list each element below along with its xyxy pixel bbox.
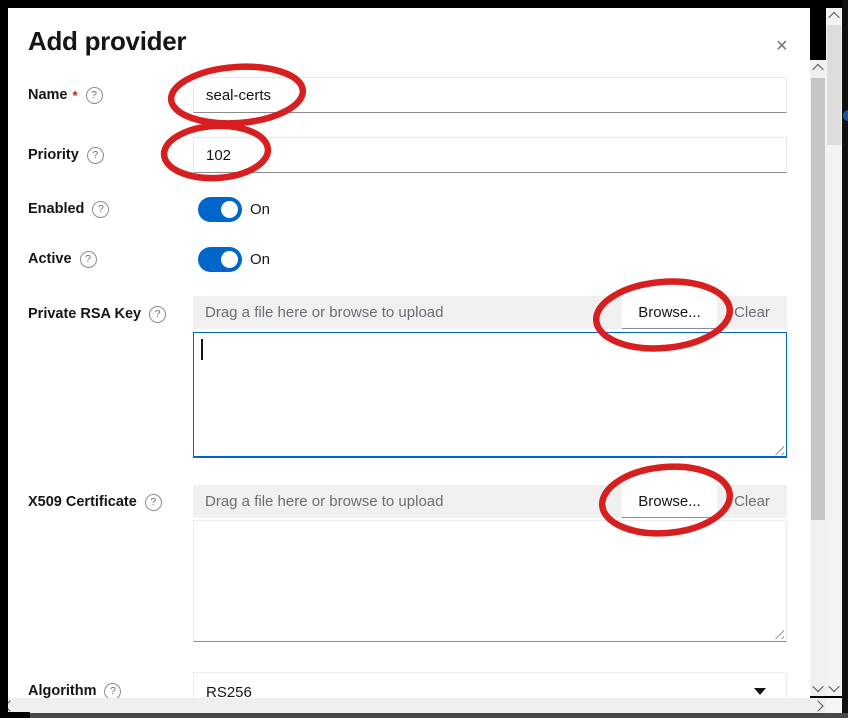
x509-browse-button[interactable]: Browse... <box>622 485 717 518</box>
window-border-bottom <box>0 713 848 718</box>
enabled-toggle[interactable] <box>198 197 242 222</box>
active-label: Active ? <box>28 250 97 268</box>
private-rsa-upload-placeholder: Drag a file here or browse to upload <box>193 296 622 329</box>
window-border-left <box>0 0 8 718</box>
text-cursor <box>201 339 203 360</box>
screen: Add provider × Name * ? Priority ? Enabl… <box>0 0 848 718</box>
active-toggle[interactable] <box>198 247 242 272</box>
modal-title: Add provider <box>28 26 186 57</box>
name-value[interactable] <box>193 77 787 113</box>
close-icon[interactable]: × <box>776 36 788 56</box>
chevron-down-icon[interactable] <box>826 680 842 696</box>
help-icon[interactable]: ? <box>92 201 109 218</box>
chevron-right-icon[interactable] <box>812 700 823 711</box>
private-rsa-upload-bar: Drag a file here or browse to upload Bro… <box>193 296 787 329</box>
modal-scrollbar-thumb[interactable] <box>811 78 825 520</box>
help-icon[interactable]: ? <box>80 251 97 268</box>
priority-value[interactable] <box>193 137 787 173</box>
window-border-top <box>0 0 848 8</box>
active-state-label: On <box>250 250 270 268</box>
help-icon[interactable]: ? <box>104 683 121 700</box>
help-icon[interactable]: ? <box>149 306 166 323</box>
priority-label: Priority ? <box>28 146 104 164</box>
help-icon[interactable]: ? <box>145 494 162 511</box>
page-scrollbar-thumb[interactable] <box>827 25 841 145</box>
add-provider-modal: Add provider × Name * ? Priority ? Enabl… <box>8 8 810 712</box>
x509-certificate-label: X509 Certificate ? <box>28 493 162 511</box>
enabled-state-label: On <box>250 200 270 218</box>
caret-down-icon <box>754 688 766 695</box>
private-rsa-key-label: Private RSA Key ? <box>28 305 166 323</box>
page-vertical-scrollbar[interactable] <box>826 8 842 696</box>
background-sliver <box>842 0 848 718</box>
help-icon[interactable]: ? <box>86 87 103 104</box>
private-rsa-key-textarea[interactable] <box>193 332 787 458</box>
horizontal-scrollbar[interactable] <box>2 698 826 713</box>
private-rsa-browse-button[interactable]: Browse... <box>622 296 717 329</box>
modal-vertical-scrollbar[interactable] <box>810 60 826 696</box>
x509-clear-button[interactable]: Clear <box>717 485 787 518</box>
chevron-up-icon[interactable] <box>826 8 842 24</box>
enabled-label: Enabled ? <box>28 200 109 218</box>
help-icon[interactable]: ? <box>87 147 104 164</box>
toggle-knob <box>221 201 238 218</box>
scrollbar-corner <box>826 698 842 713</box>
x509-certificate-textarea[interactable] <box>193 520 787 642</box>
required-asterisk: * <box>73 88 78 103</box>
toggle-knob <box>221 251 238 268</box>
private-rsa-clear-button[interactable]: Clear <box>717 296 787 329</box>
name-label: Name * ? <box>28 86 103 104</box>
x509-upload-placeholder: Drag a file here or browse to upload <box>193 485 622 518</box>
chevron-down-icon[interactable] <box>810 680 826 696</box>
background-toggle-fragment <box>843 110 848 121</box>
chevron-up-icon[interactable] <box>810 60 826 76</box>
x509-upload-bar: Drag a file here or browse to upload Bro… <box>193 485 787 518</box>
window-corner <box>0 712 30 718</box>
